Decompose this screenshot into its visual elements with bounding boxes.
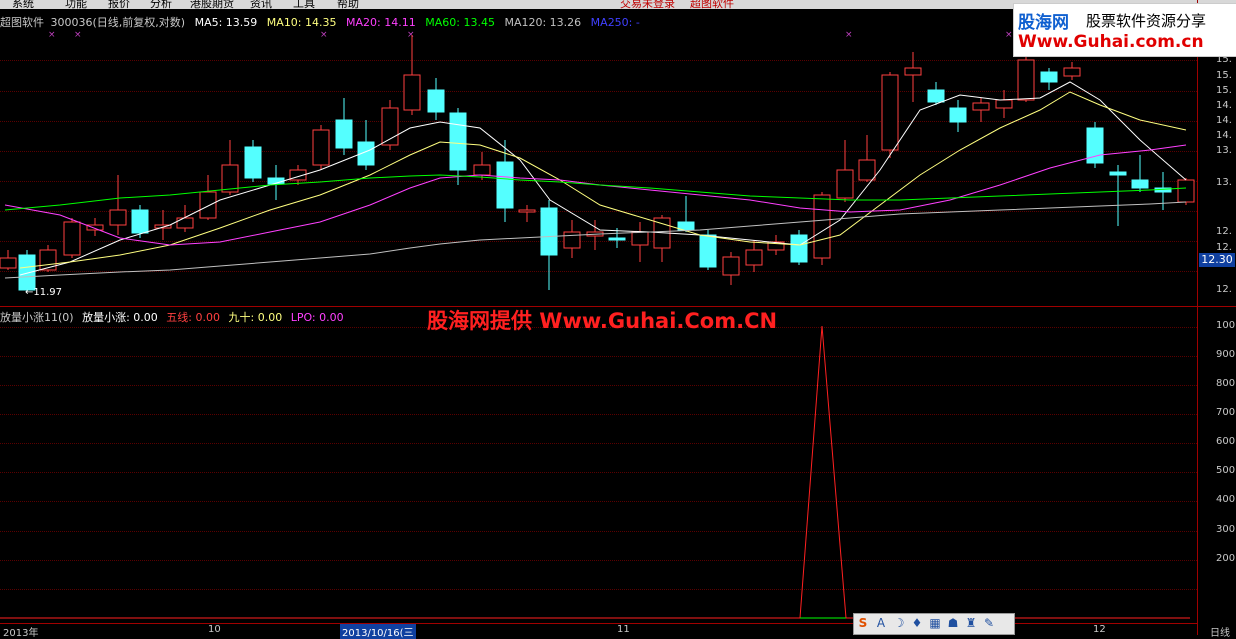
indicator-tick: 200: [1216, 553, 1236, 564]
price-tick: 14.: [1216, 115, 1232, 126]
price-tick: 15.: [1216, 70, 1232, 81]
date-label: 12: [1093, 624, 1106, 635]
candle-body: [244, 146, 262, 179]
candle-body: [18, 254, 36, 291]
candle-body: [540, 207, 558, 256]
indicator-tick: 500: [1216, 465, 1236, 476]
candle-body: [813, 194, 831, 259]
period-label[interactable]: 日线: [1210, 624, 1230, 639]
indicator-tick: 100: [1216, 320, 1236, 331]
candle-body: [608, 237, 626, 241]
candle-body: [109, 209, 127, 226]
candle-body: [518, 209, 536, 213]
watermark-text: 股海网提供 Www.Guhai.Com.CN: [427, 309, 778, 333]
logo-name: 股海网: [1018, 13, 1069, 33]
price-tick: 15.: [1216, 85, 1232, 96]
indicator-value-3: 九十: 0.00: [228, 311, 283, 324]
candle-body: [1109, 171, 1127, 176]
indicator-tick: 300: [1216, 524, 1236, 535]
candle-body: [39, 249, 57, 271]
date-label: 10: [208, 624, 221, 635]
indicator-tick: 800: [1216, 378, 1236, 389]
sogou-icon[interactable]: S: [854, 614, 872, 632]
candle-body: [722, 256, 740, 276]
logo-url: Www.Guhai.com.cn: [1018, 32, 1204, 52]
candle-body: [949, 107, 967, 123]
candle-body: [927, 89, 945, 103]
candle-body: [176, 217, 194, 229]
date-label: 2013年: [3, 628, 39, 639]
candle-body: [1040, 71, 1058, 83]
candle-body: [972, 102, 990, 111]
candle-body: [995, 99, 1013, 109]
shirt-icon[interactable]: ♜: [962, 614, 980, 632]
ma5-line: [19, 81, 1187, 276]
wrench-icon[interactable]: ✎: [980, 614, 998, 632]
candle-body: [1017, 59, 1035, 101]
candle-body: [858, 159, 876, 181]
candle-body: [312, 129, 330, 166]
indicator-tick: 400: [1216, 494, 1236, 505]
candle-body: [131, 209, 149, 234]
candle-body: [881, 74, 899, 151]
current-price-tag: 12.30: [1199, 253, 1235, 267]
candle-body: [1177, 179, 1195, 203]
candle-body: [699, 234, 717, 268]
date-axis: [0, 623, 1197, 636]
candle-body: [496, 161, 514, 209]
guhai-logo: 股海网 股票软件资源分享 Www.Guhai.com.cn: [1013, 3, 1236, 57]
indicator-info-line: 放量小涨11(0) 放量小涨: 0.00 五线: 0.00 九十: 0.00 L…: [0, 309, 349, 325]
date-label: 11: [617, 624, 630, 635]
candle-body: [790, 234, 808, 263]
candle-body: [0, 257, 17, 269]
price-tick: 14.: [1216, 130, 1232, 141]
indicator-value-2: 五线: 0.00: [166, 311, 220, 324]
user-icon[interactable]: ☗: [944, 614, 962, 632]
indicator-name[interactable]: 放量小涨11(0): [0, 311, 74, 324]
letter-a-icon[interactable]: A: [872, 614, 890, 632]
date-label-selected: 2013/10/16(三: [340, 624, 416, 639]
price-tick: 13.: [1216, 177, 1232, 188]
candle-body: [904, 67, 922, 76]
ma10-line: [19, 91, 1187, 269]
keyboard-icon[interactable]: ▦: [926, 614, 944, 632]
candle-body: [473, 164, 491, 176]
candle-body: [745, 249, 763, 266]
candle-body: [1063, 67, 1081, 77]
price-tick: 12.: [1216, 284, 1232, 295]
low-price-label: ←11.97: [25, 287, 63, 298]
logo-slogan: 股票软件资源分享: [1086, 12, 1207, 30]
indicator-value-4: LPO: 0.00: [290, 311, 344, 324]
diamond-icon[interactable]: ♦: [908, 614, 926, 632]
indicator-value-1: 放量小涨: 0.00: [82, 311, 158, 324]
candle-body: [335, 119, 353, 149]
candle-body: [563, 231, 581, 249]
candle-body: [631, 231, 649, 246]
indicator-tick: 900: [1216, 349, 1236, 360]
candle-body: [427, 89, 445, 113]
price-tick: 14.: [1216, 100, 1232, 111]
candle-body: [449, 112, 467, 171]
candle-body: [63, 221, 81, 256]
indicator-tick: 700: [1216, 407, 1236, 418]
input-method-toolbar: S A ☽ ♦ ▦ ☗ ♜ ✎: [853, 613, 1015, 635]
candle-body: [199, 191, 217, 219]
indicator-tick: 600: [1216, 436, 1236, 447]
price-tick: 12.: [1216, 226, 1232, 237]
candle-body: [1131, 179, 1149, 189]
ma60-line: [4, 174, 1187, 211]
indicator-chart[interactable]: [0, 306, 1197, 623]
candle-body: [836, 169, 854, 199]
candle-body: [403, 74, 421, 111]
indicator-line: [0, 325, 1190, 619]
moon-icon[interactable]: ☽: [890, 614, 908, 632]
price-tick: 12.: [1216, 242, 1232, 253]
price-tick: 13.: [1216, 145, 1232, 156]
